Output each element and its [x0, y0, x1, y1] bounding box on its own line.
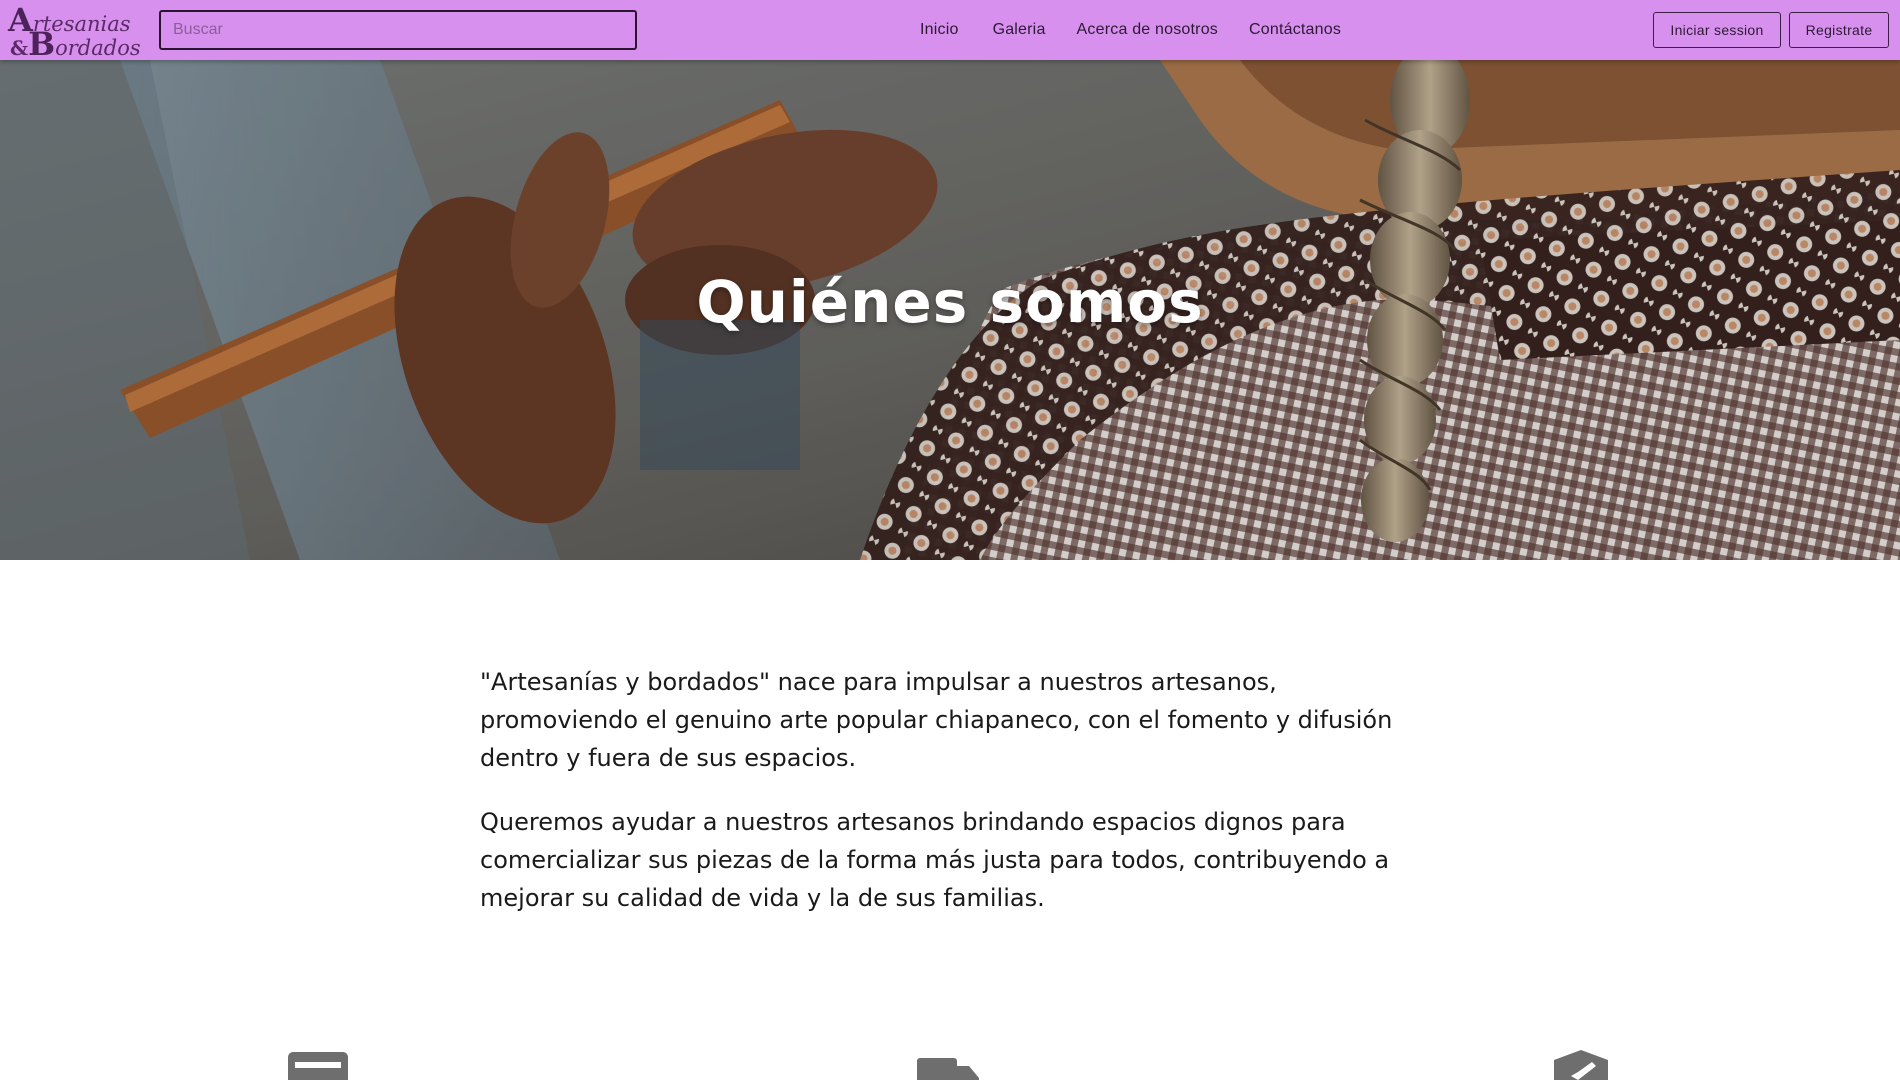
logo-text-2: ordados: [55, 36, 141, 60]
shield-check-icon: [1554, 1050, 1608, 1084]
hero-banner: Quiénes somos: [0, 60, 1900, 560]
logo-ampersand: &: [10, 36, 29, 60]
search-input[interactable]: [159, 10, 637, 50]
nav-link-inicio[interactable]: Inicio: [920, 21, 959, 39]
truck-icon: [917, 1052, 979, 1084]
login-button[interactable]: Iniciar session: [1653, 12, 1781, 48]
about-paragraph-2: Queremos ayudar a nuestros artesanos bri…: [480, 808, 1390, 912]
navbar: Artesanias &Bordados Inicio Galeria Acer…: [0, 0, 1900, 60]
about-paragraph-1: "Artesanías y bordados" nace para impuls…: [480, 668, 1393, 772]
nav-link-galeria[interactable]: Galeria: [993, 21, 1046, 39]
brand-logo[interactable]: Artesanias &Bordados: [8, 2, 142, 60]
logo-line-2: &Bordados: [10, 28, 141, 60]
register-button[interactable]: Registrate: [1789, 12, 1889, 48]
about-section: "Artesanías y bordados" nace para impuls…: [480, 663, 1440, 943]
credit-card-icon: [288, 1052, 348, 1084]
main-nav: Inicio Galeria Acerca de nosotros Contác…: [920, 0, 1375, 60]
logo-letter-b: B: [28, 25, 56, 63]
nav-link-acerca[interactable]: Acerca de nosotros: [1077, 21, 1218, 39]
nav-link-contacto[interactable]: Contáctanos: [1249, 21, 1341, 39]
hero-title: Quiénes somos: [696, 268, 1204, 336]
